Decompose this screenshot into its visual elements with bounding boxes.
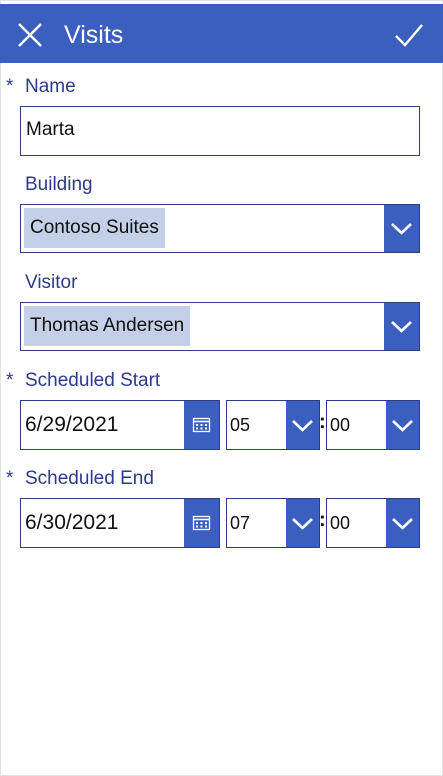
scheduled-end-hour-button[interactable]	[286, 499, 319, 547]
name-label: Name	[25, 76, 76, 97]
time-separator: :	[319, 509, 326, 531]
visitor-dropdown-button[interactable]	[384, 303, 419, 350]
calendar-icon	[192, 515, 211, 531]
chevron-down-icon	[292, 518, 313, 530]
required-marker: *	[6, 76, 14, 97]
scheduled-end-date-picker[interactable]: 6/30/2021	[20, 498, 220, 548]
name-input[interactable]: Marta	[20, 106, 420, 156]
visitor-label: Visitor	[25, 272, 78, 293]
page-title: Visits	[64, 21, 124, 49]
header-bar: Visits	[0, 4, 443, 63]
chevron-down-icon	[391, 321, 412, 333]
building-dropdown[interactable]: Contoso Suites	[20, 204, 420, 253]
scheduled-start-minute-dropdown[interactable]: 00	[326, 400, 420, 450]
scheduled-start-hour-value: 05	[230, 415, 251, 435]
scheduled-end-minute-dropdown[interactable]: 00	[326, 498, 420, 548]
scheduled-end-label: Scheduled End	[25, 468, 154, 489]
scheduled-start-date-picker[interactable]: 6/29/2021	[20, 400, 220, 450]
visitor-dropdown[interactable]: Thomas Andersen	[20, 302, 420, 351]
scheduled-start-hour-button[interactable]	[286, 401, 319, 449]
scheduled-start-minute-button[interactable]	[386, 401, 419, 449]
name-value: Marta	[26, 119, 75, 140]
building-label: Building	[25, 174, 93, 195]
scheduled-start-label: Scheduled Start	[25, 370, 161, 391]
building-dropdown-button[interactable]	[384, 205, 419, 252]
required-marker: *	[6, 468, 14, 489]
close-button[interactable]	[14, 19, 46, 51]
close-icon	[18, 23, 42, 47]
scheduled-start-date-value: 6/29/2021	[25, 413, 119, 436]
scheduled-end-minute-button[interactable]	[386, 499, 419, 547]
scheduled-start-calendar-button[interactable]	[184, 401, 219, 449]
time-separator: :	[319, 411, 326, 433]
scheduled-end-hour-value: 07	[230, 513, 251, 533]
scheduled-end-calendar-button[interactable]	[184, 499, 219, 547]
scheduled-end-hour-dropdown[interactable]: 07	[226, 498, 320, 548]
visitor-selected-chip: Thomas Andersen	[24, 306, 191, 346]
scheduled-start-minute-value: 00	[330, 415, 351, 435]
chevron-down-icon	[392, 420, 413, 432]
scheduled-end-minute-value: 00	[330, 513, 351, 533]
building-selected-chip: Contoso Suites	[24, 208, 165, 248]
chevron-down-icon	[391, 223, 412, 235]
calendar-icon	[192, 417, 211, 433]
checkmark-icon	[395, 24, 423, 47]
chevron-down-icon	[392, 518, 413, 530]
submit-button[interactable]	[392, 19, 426, 51]
chevron-down-icon	[292, 420, 313, 432]
scheduled-start-hour-dropdown[interactable]: 05	[226, 400, 320, 450]
required-marker: *	[6, 370, 14, 391]
scheduled-end-date-value: 6/30/2021	[25, 511, 119, 534]
